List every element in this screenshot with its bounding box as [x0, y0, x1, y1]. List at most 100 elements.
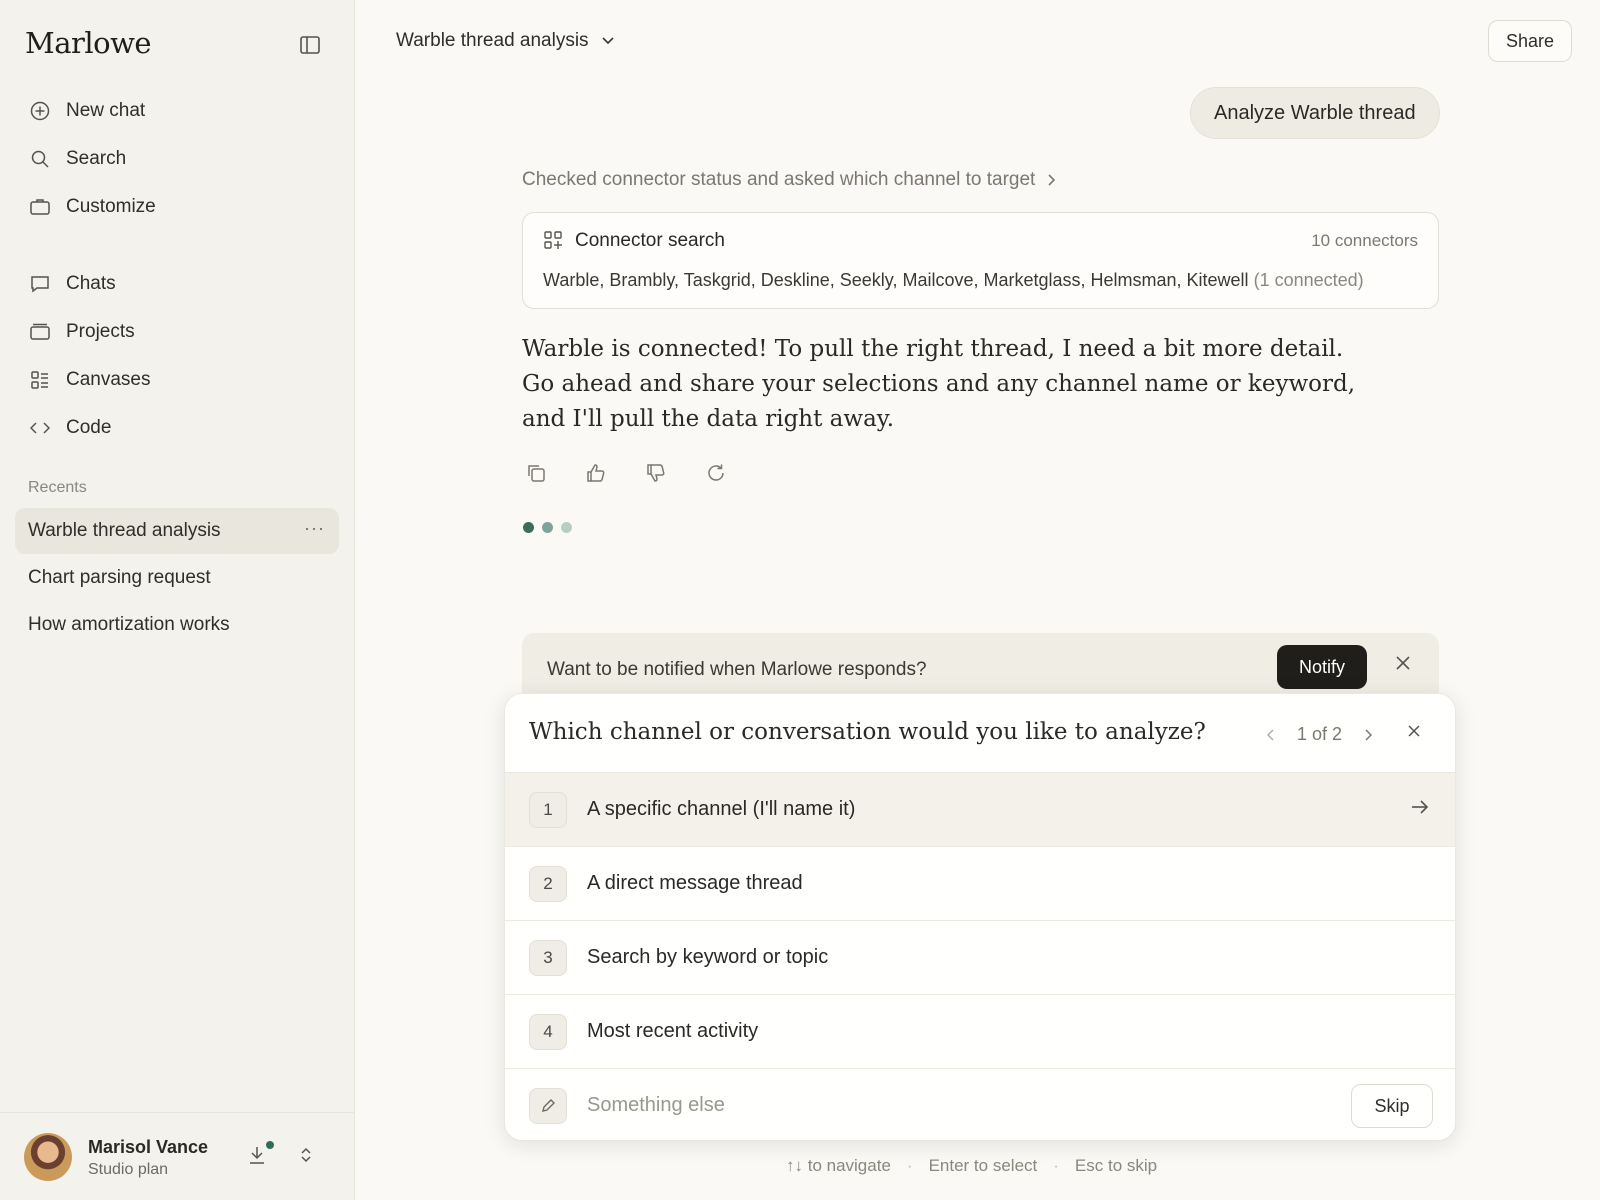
- download-button[interactable]: [248, 1145, 270, 1167]
- other-answer-row: Skip: [505, 1068, 1455, 1140]
- canvas-icon: [28, 368, 52, 392]
- other-answer-input[interactable]: [587, 1094, 1287, 1117]
- nav-canvases[interactable]: Canvases: [28, 356, 338, 404]
- thumbs-down-button[interactable]: [646, 463, 668, 485]
- next-question-button[interactable]: [1358, 725, 1378, 745]
- folder-icon: [28, 320, 52, 344]
- close-icon: [1396, 656, 1410, 670]
- option-number: 1: [529, 791, 567, 828]
- chevron-right-icon: [1048, 174, 1056, 186]
- connector-grid-icon: [543, 230, 565, 252]
- option-number: 4: [529, 1013, 567, 1050]
- chevron-down-icon: [601, 37, 614, 45]
- previous-question-button[interactable]: [1261, 725, 1281, 745]
- option-label: Most recent activity: [587, 1020, 759, 1042]
- recent-item-label: How amortization works: [28, 614, 230, 635]
- user-account[interactable]: Marisol Vance Studio plan: [0, 1112, 355, 1200]
- more-options-icon[interactable]: ···: [304, 518, 325, 539]
- conversation-title-dropdown[interactable]: Warble thread analysis: [396, 30, 615, 52]
- thumbs-up-icon: [587, 464, 605, 482]
- question-close-button[interactable]: [1407, 724, 1429, 746]
- chevron-left-icon: [1267, 728, 1274, 741]
- nav-label: Canvases: [66, 369, 151, 390]
- answer-option[interactable]: 1 A specific channel (I'll name it): [505, 772, 1455, 846]
- recent-item[interactable]: Chart parsing request: [15, 555, 339, 601]
- notify-button[interactable]: Notify: [1277, 645, 1367, 689]
- option-label: A specific channel (I'll name it): [587, 798, 856, 820]
- connected-note: (1 connected): [1253, 270, 1364, 290]
- arrow-right-icon: [1411, 799, 1433, 821]
- close-icon: [1408, 725, 1420, 737]
- download-icon: [250, 1147, 264, 1164]
- assistant-line: Go ahead and share your selections and a…: [522, 371, 1356, 432]
- chevron-up-down-icon: [301, 1147, 311, 1163]
- nav-new-chat[interactable]: New chat: [28, 87, 338, 135]
- typing-dot: [523, 522, 534, 533]
- nav-customize[interactable]: Customize: [28, 183, 338, 231]
- assistant-line: Warble is connected! To pull the right t…: [522, 336, 1344, 362]
- secondary-nav: Chats Projects Canvases Code: [28, 260, 338, 452]
- recent-item[interactable]: Warble thread analysis ···: [15, 508, 339, 554]
- search-icon: [28, 147, 52, 171]
- pager-text: 1 of 2: [1297, 724, 1343, 744]
- question-pager: 1 of 2: [1261, 724, 1378, 745]
- nav-search[interactable]: Search: [28, 135, 338, 183]
- recent-item[interactable]: How amortization works: [15, 602, 339, 648]
- brand-logo: Marlowe: [25, 26, 152, 60]
- nav-label: Code: [66, 417, 112, 438]
- answer-option[interactable]: 3 Search by keyword or topic: [505, 920, 1455, 994]
- thumbs-down-icon: [647, 464, 665, 482]
- assistant-message: Warble is connected! To pull the right t…: [522, 332, 1402, 437]
- nav-label: New chat: [66, 100, 146, 121]
- avatar: [24, 1133, 72, 1181]
- notify-close-button[interactable]: [1395, 655, 1417, 677]
- status-dot: [266, 1141, 274, 1149]
- option-number: 3: [529, 939, 567, 976]
- sidebar-toggle-button[interactable]: [298, 34, 322, 56]
- nav-label: Customize: [66, 196, 156, 217]
- retry-button[interactable]: [706, 463, 728, 485]
- recent-item-label: Chart parsing request: [28, 567, 211, 588]
- share-button[interactable]: Share: [1488, 20, 1572, 62]
- chat-bubble-icon: [28, 272, 52, 296]
- keyboard-hints: ↑↓ to navigate · Enter to select · Esc t…: [786, 1156, 1157, 1176]
- answer-option[interactable]: 2 A direct message thread: [505, 846, 1455, 920]
- nav-label: Search: [66, 148, 127, 169]
- user-message: Analyze Warble thread: [1190, 87, 1440, 139]
- thumbs-up-button[interactable]: [586, 463, 608, 485]
- skip-button[interactable]: Skip: [1351, 1084, 1433, 1128]
- copy-icon: [528, 465, 545, 482]
- conversation-title: Warble thread analysis: [396, 30, 589, 51]
- sidebar: Marlowe New chat Search Customize Chats …: [0, 0, 355, 1200]
- typing-dot: [561, 522, 572, 533]
- nav-label: Projects: [66, 321, 135, 342]
- nav-code[interactable]: Code: [28, 404, 338, 452]
- notify-text: Want to be notified when Marlowe respond…: [547, 659, 927, 680]
- recents-heading: Recents: [28, 479, 87, 496]
- recent-item-label: Warble thread analysis: [28, 520, 221, 541]
- hint-skip: Esc to skip: [1074, 1156, 1158, 1175]
- nav-chats[interactable]: Chats: [28, 260, 338, 308]
- refresh-icon: [708, 464, 724, 481]
- connector-search-title: Connector search: [575, 230, 725, 251]
- account-menu-button[interactable]: [300, 1147, 318, 1167]
- pencil-icon: [529, 1087, 567, 1124]
- plus-circle-icon: [28, 99, 52, 123]
- option-label: Search by keyword or topic: [587, 946, 829, 968]
- connector-list: Warble, Brambly, Taskgrid, Deskline, See…: [543, 270, 1364, 291]
- connector-search-card: Connector search 10 connectors Warble, B…: [522, 212, 1439, 309]
- tool-summary-toggle[interactable]: Checked connector status and asked which…: [522, 169, 1056, 191]
- nav-projects[interactable]: Projects: [28, 308, 338, 356]
- typing-indicator: [523, 522, 572, 533]
- nav-label: Chats: [66, 273, 116, 294]
- user-plan: Studio plan: [88, 1161, 169, 1178]
- chevron-right-icon: [1365, 728, 1373, 741]
- question-title: Which channel or conversation would you …: [529, 719, 1206, 745]
- tool-summary-text: Checked connector status and asked which…: [522, 169, 1036, 190]
- user-name: Marisol Vance: [88, 1137, 209, 1157]
- hint-navigate: ↑↓ to navigate: [786, 1156, 891, 1175]
- answer-option[interactable]: 4 Most recent activity: [505, 994, 1455, 1068]
- copy-button[interactable]: [526, 463, 548, 485]
- code-icon: [28, 416, 52, 440]
- option-label: A direct message thread: [587, 872, 803, 894]
